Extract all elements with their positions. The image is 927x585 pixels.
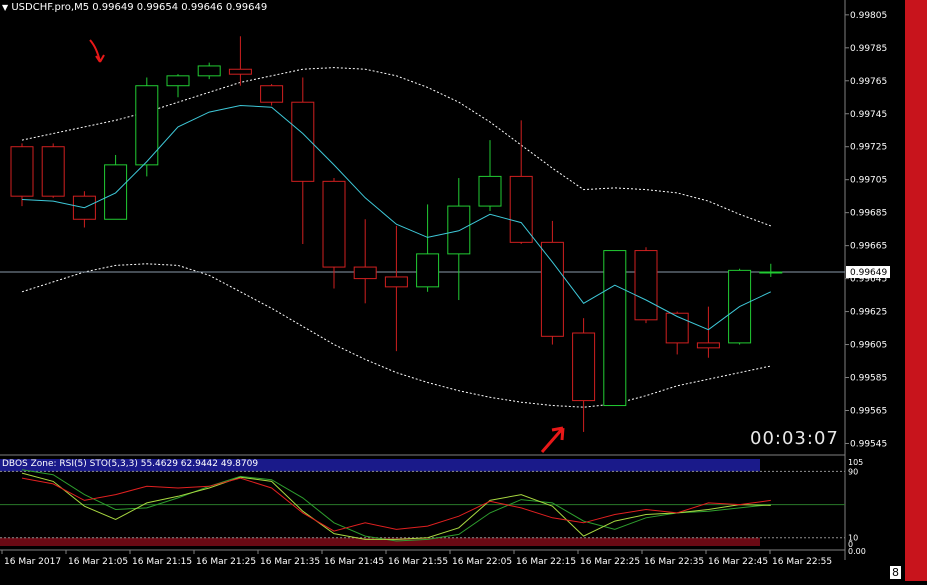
price-tick-label: 0.99665 [850,242,887,252]
osc-scale-label: 0.00 [848,547,866,556]
candle-body [665,312,689,344]
upper-band-line [21,67,771,227]
candle-body [696,342,720,349]
background-window-strip: 8 [890,0,927,581]
price-tick-label: 0.99605 [850,341,887,351]
candle-body [759,271,783,274]
price-tick-label: 0.99785 [850,44,887,54]
chart-canvas: 0.99805 0.99785 0.99765 0.99745 0.99725 0.997… [0,0,890,567]
price-tick-label: 0.99585 [850,374,887,384]
candle-body [634,250,658,321]
price-tick-label: 0.99565 [850,406,887,416]
strip-digit: 8 [890,566,901,579]
candle-body [104,164,128,220]
annotation-arrow-icon [89,39,105,63]
candle-body [603,250,627,407]
osc-scale-label: 105 [848,458,863,467]
time-tick-label: 16 Mar 21:15 [132,557,192,567]
time-tick-label: 16 Mar 21:25 [196,557,256,567]
price-tick-label: 0.99705 [850,176,887,186]
current-price-label: 0.99649 [850,268,887,278]
price-tick-label: 0.99685 [850,209,887,219]
time-tick-label: 16 Mar 22:55 [772,557,832,567]
price-tick-label: 0.99805 [850,11,887,21]
time-tick-label: 16 Mar 22:35 [644,557,704,567]
candle-body [322,180,346,268]
indicator-label: DBOS Zone: RSI(5) STO(5,3,3) 55.4629 62.… [2,459,259,469]
candle-body [228,68,252,75]
time-tick-label: 16 Mar 21:35 [260,557,320,567]
candle-body [447,205,471,255]
candle-body [478,175,502,207]
osc-scale-label: 90 [848,467,858,476]
time-tick-label: 16 Mar 2017 [4,557,61,567]
price-tick-label: 0.99765 [850,77,887,87]
price-tick-label: 0.99545 [850,439,887,449]
time-tick-label: 16 Mar 21:55 [388,557,448,567]
annotation-arrow-icon [540,426,565,453]
time-tick-label: 16 Mar 21:45 [324,557,384,567]
price-tick-label: 0.99725 [850,143,887,153]
price-tick-label: 0.99745 [850,110,887,120]
chart-area[interactable]: 0.99805 0.99785 0.99765 0.99745 0.99725 0.997… [0,0,927,581]
sto-signal-line [21,469,771,542]
time-tick-label: 16 Mar 22:15 [516,557,576,567]
candle-body [384,276,408,288]
time-tick-label: 16 Mar 22:45 [708,557,768,567]
candle-body [166,75,190,87]
candle-body [260,85,284,103]
time-tick-label: 16 Mar 22:25 [580,557,640,567]
time-tick-label: 16 Mar 21:05 [68,557,128,567]
countdown-timer: 00:03:07 [750,428,839,449]
symbol-line: USDCHF.pro,M5 0.99649 0.99654 0.99646 0.… [11,2,268,13]
dropdown-triangle-icon[interactable]: ▼ [2,3,8,12]
candle-body [540,241,564,337]
candle-body [353,266,377,280]
time-tick-label: 16 Mar 22:05 [452,557,512,567]
candle-body [572,332,596,402]
candle-body [197,65,221,77]
candle-body [10,146,34,197]
symbol-header: ▼ USDCHF.pro,M5 0.99649 0.99654 0.99646 … [2,2,267,13]
candle-body [416,253,440,288]
price-tick-label: 0.99625 [850,308,887,318]
candle-body [41,146,65,197]
